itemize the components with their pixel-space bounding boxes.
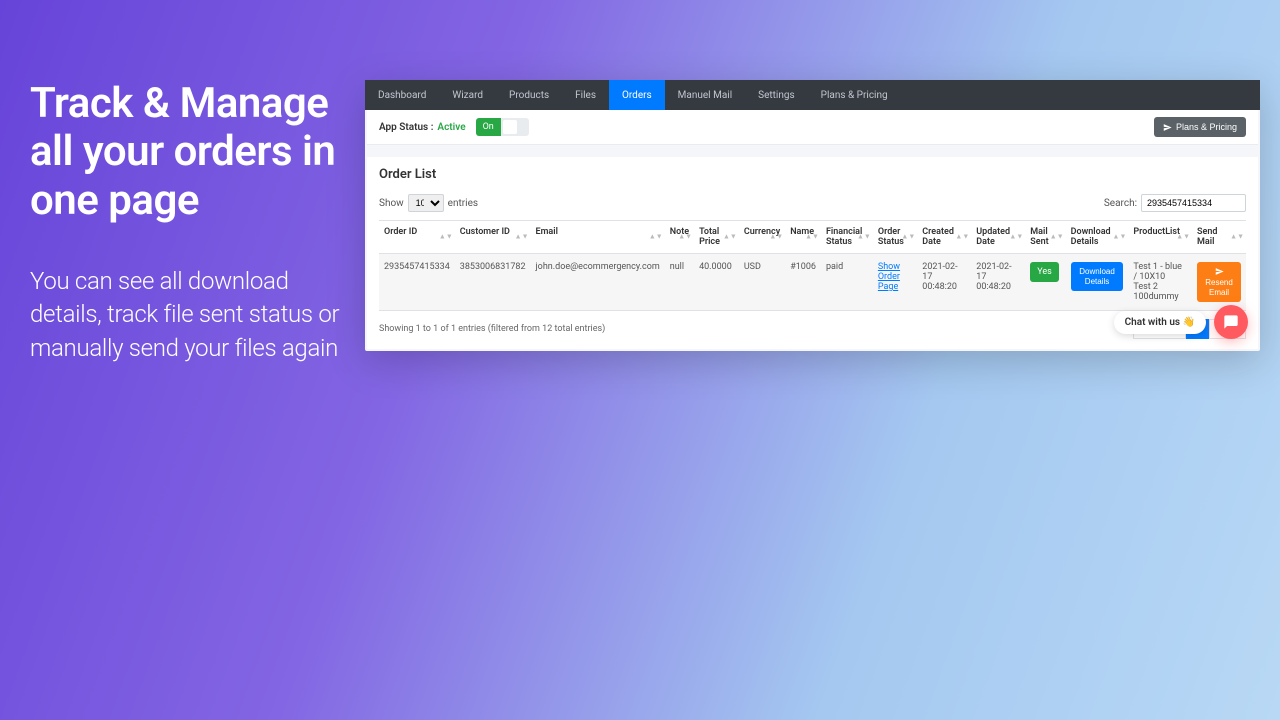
toggle-switch-icon	[501, 118, 529, 136]
table-header-row: Order ID▲▼ Customer ID▲▼ Email▲▼ Note▲▼ …	[379, 221, 1246, 254]
col-total-price[interactable]: Total Price▲▼	[694, 221, 739, 254]
download-details-button[interactable]: Download Details	[1071, 262, 1124, 291]
col-product-list[interactable]: ProductList▲▼	[1128, 221, 1192, 254]
card-title: Order List	[379, 167, 1246, 182]
entries-label: entries	[448, 198, 478, 209]
cell-order-status: Show Order Page	[873, 254, 917, 311]
paper-plane-icon	[1163, 123, 1172, 132]
cell-send-mail: Resend Email	[1192, 254, 1246, 311]
nav-products[interactable]: Products	[496, 80, 562, 110]
nav-manuel-mail[interactable]: Manuel Mail	[665, 80, 745, 110]
sort-icon: ▲▼	[955, 235, 969, 240]
col-name[interactable]: Name▲▼	[785, 221, 821, 254]
col-currency[interactable]: Currency▲▼	[739, 221, 785, 254]
table-controls: Show 10 entries Search:	[379, 194, 1246, 212]
col-note[interactable]: Note▲▼	[665, 221, 694, 254]
mail-sent-badge: Yes	[1030, 262, 1059, 282]
table-row: 2935457415334 3853006831782 john.doe@eco…	[379, 254, 1246, 311]
sort-icon: ▲▼	[1176, 235, 1190, 240]
cell-note: null	[665, 254, 694, 311]
col-email[interactable]: Email▲▼	[531, 221, 665, 254]
sort-icon: ▲▼	[901, 235, 915, 240]
marketing-copy: Track & Manage all your orders in one pa…	[30, 80, 350, 366]
sort-icon: ▲▼	[439, 235, 453, 240]
cell-financial-status: paid	[821, 254, 873, 311]
cell-order-id: 2935457415334	[379, 254, 455, 311]
col-created-date[interactable]: Created Date▲▼	[917, 221, 971, 254]
nav-dashboard[interactable]: Dashboard	[365, 80, 439, 110]
col-send-mail[interactable]: Send Mail▲▼	[1192, 221, 1246, 254]
page-size-select[interactable]: 10	[408, 194, 444, 212]
toggle-on-label: On	[476, 118, 501, 136]
col-financial-status[interactable]: Financial Status▲▼	[821, 221, 873, 254]
nav-orders[interactable]: Orders	[609, 80, 665, 110]
app-window: Dashboard Wizard Products Files Orders M…	[365, 80, 1260, 351]
status-bar: App Status : Active On Plans & Pricing	[367, 110, 1258, 145]
col-updated-date[interactable]: Updated Date▲▼	[971, 221, 1025, 254]
cell-updated-date: 2021-02-17 00:48:20	[971, 254, 1025, 311]
plans-pricing-label: Plans & Pricing	[1176, 122, 1237, 132]
col-order-id[interactable]: Order ID▲▼	[379, 221, 455, 254]
app-status-value: Active	[437, 122, 465, 133]
sort-icon: ▲▼	[723, 235, 737, 240]
sort-icon: ▲▼	[769, 235, 783, 240]
main-nav: Dashboard Wizard Products Files Orders M…	[365, 80, 1260, 110]
nav-plans-pricing[interactable]: Plans & Pricing	[808, 80, 901, 110]
cell-email: john.doe@ecommergency.com	[531, 254, 665, 311]
orders-table: Order ID▲▼ Customer ID▲▼ Email▲▼ Note▲▼ …	[379, 220, 1246, 311]
col-mail-sent[interactable]: Mail Sent▲▼	[1025, 221, 1065, 254]
cell-created-date: 2021-02-17 00:48:20	[917, 254, 971, 311]
sort-icon: ▲▼	[857, 235, 871, 240]
show-entries-control: Show 10 entries	[379, 194, 478, 212]
col-download-details[interactable]: Download Details▲▼	[1066, 221, 1129, 254]
sort-icon: ▲▼	[1009, 235, 1023, 240]
search-label: Search:	[1104, 198, 1137, 209]
search-input[interactable]	[1141, 194, 1246, 212]
col-customer-id[interactable]: Customer ID▲▼	[455, 221, 531, 254]
sort-icon: ▲▼	[678, 235, 692, 240]
paper-plane-icon	[1215, 267, 1224, 276]
chat-text-bubble[interactable]: Chat with us 👋	[1114, 311, 1206, 334]
cell-product-list: Test 1 - blue / 10X10 Test 2 100dummy	[1128, 254, 1192, 311]
resend-email-button[interactable]: Resend Email	[1197, 262, 1241, 302]
sort-icon: ▲▼	[805, 235, 819, 240]
chat-icon	[1223, 314, 1239, 330]
nav-wizard[interactable]: Wizard	[439, 80, 496, 110]
cell-total-price: 40.0000	[694, 254, 739, 311]
cell-customer-id: 3853006831782	[455, 254, 531, 311]
marketing-title: Track & Manage all your orders in one pa…	[30, 80, 350, 225]
app-status-label: App Status :	[379, 122, 433, 133]
show-order-page-link[interactable]: Show Order Page	[878, 262, 900, 292]
sort-icon: ▲▼	[515, 235, 529, 240]
cell-currency: USD	[739, 254, 785, 311]
cell-name: #1006	[785, 254, 821, 311]
entries-info: Showing 1 to 1 of 1 entries (filtered fr…	[379, 324, 605, 334]
cell-mail-sent: Yes	[1025, 254, 1065, 311]
sort-icon: ▲▼	[1113, 235, 1127, 240]
sort-icon: ▲▼	[1230, 235, 1244, 240]
sort-icon: ▲▼	[1050, 235, 1064, 240]
show-label: Show	[379, 198, 404, 209]
nav-files[interactable]: Files	[562, 80, 609, 110]
sort-icon: ▲▼	[649, 235, 663, 240]
marketing-subtitle: You can see all download details, track …	[30, 265, 350, 366]
plans-pricing-button[interactable]: Plans & Pricing	[1154, 117, 1246, 137]
chat-open-button[interactable]	[1214, 305, 1248, 339]
search-control: Search:	[1104, 194, 1246, 212]
col-order-status[interactable]: Order Status▲▼	[873, 221, 917, 254]
cell-download-details: Download Details	[1066, 254, 1129, 311]
chat-widget: Chat with us 👋	[1114, 305, 1248, 339]
app-status-toggle[interactable]: On	[476, 118, 529, 136]
resend-email-label: Resend Email	[1203, 278, 1235, 297]
nav-settings[interactable]: Settings	[745, 80, 808, 110]
